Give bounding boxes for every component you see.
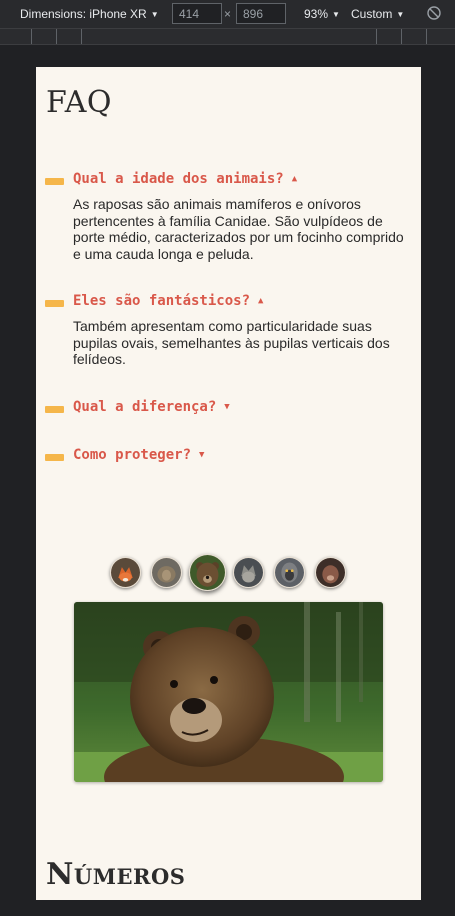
accent-bar xyxy=(45,406,64,413)
arrow-up-icon: ▲ xyxy=(258,296,264,306)
faq-answer: Também apresentam como particularidade s… xyxy=(73,318,390,367)
dimensions-label: Dimensions: iPhone XR xyxy=(20,7,147,21)
throttle-label: Custom xyxy=(351,7,393,21)
numeros-title: Números xyxy=(46,857,186,892)
faq-question[interactable]: Como proteger? ▼ xyxy=(73,447,204,463)
height-input[interactable] xyxy=(236,3,286,24)
monkey-thumbnail[interactable] xyxy=(274,557,305,588)
devtools-device-toolbar: Dimensions: iPhone XR▼ × 93%▼ Custom▼ xyxy=(0,0,455,28)
faq-answer: As raposas são animais mamíferos e onívo… xyxy=(73,196,404,262)
lion-thumbnail[interactable] xyxy=(151,557,182,588)
arrow-down-icon: ▼ xyxy=(224,402,230,412)
accent-bar xyxy=(45,178,64,185)
faq-question[interactable]: Eles são fantásticos? ▲ xyxy=(73,293,263,309)
arrow-up-icon: ▲ xyxy=(291,174,298,184)
bear-main-image xyxy=(74,602,383,782)
media-query-ruler[interactable] xyxy=(0,28,455,45)
faq-item[interactable]: Eles são fantásticos? ▲ Também apresentam… xyxy=(36,293,421,367)
fox-thumbnail[interactable] xyxy=(110,557,141,588)
bear-thumbnail[interactable] xyxy=(189,554,226,591)
caret-down-icon: ▼ xyxy=(150,10,159,19)
dimensions-dropdown[interactable]: Dimensions: iPhone XR ▼ xyxy=(20,7,159,21)
faq-item[interactable]: Qual a idade dos animais? ▲ As raposas sã… xyxy=(36,171,421,262)
faq-title: FAQ xyxy=(46,85,112,120)
accent-bar xyxy=(45,454,64,461)
faq-item[interactable]: Qual a diferença? ▼ xyxy=(36,399,421,421)
width-input[interactable] xyxy=(172,3,222,24)
times-separator: × xyxy=(224,7,232,21)
accent-bar xyxy=(45,300,64,307)
rotate-icon[interactable] xyxy=(426,5,442,21)
wolf-thumbnail[interactable] xyxy=(233,557,264,588)
caret-down-icon: ▼ xyxy=(332,10,340,19)
dog-thumbnail[interactable] xyxy=(315,557,346,588)
throttle-dropdown[interactable]: Custom ▼ xyxy=(351,7,404,21)
zoom-dropdown[interactable]: 93% ▼ xyxy=(304,7,340,21)
faq-question[interactable]: Qual a diferença? ▼ xyxy=(73,399,230,415)
arrow-down-icon: ▼ xyxy=(199,450,205,460)
emulated-page: FAQ Qual a idade dos animais? ▲ As raposa… xyxy=(36,67,421,900)
zoom-label: 93% xyxy=(304,7,329,21)
faq-question[interactable]: Qual a idade dos animais? ▲ xyxy=(73,171,297,187)
caret-down-icon: ▼ xyxy=(396,10,405,19)
faq-item[interactable]: Como proteger? ▼ xyxy=(36,447,421,469)
